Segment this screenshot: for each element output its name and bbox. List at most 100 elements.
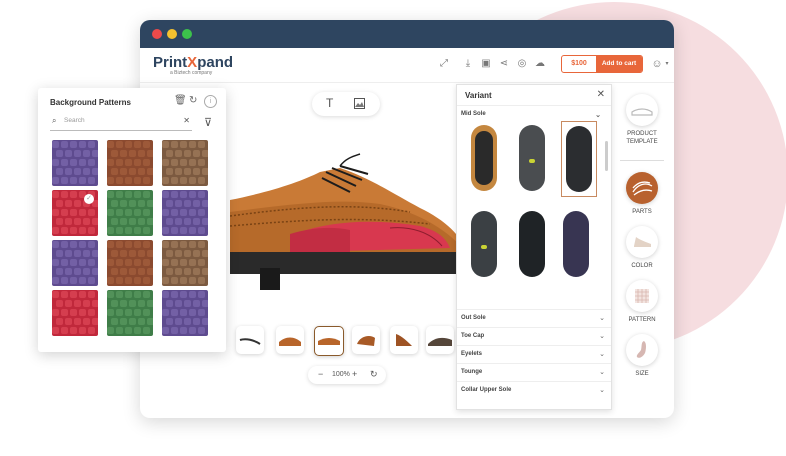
pattern-tile-tan-croc[interactable] [162, 140, 208, 186]
section-eyelets[interactable]: Eyelets ⌄ [457, 345, 611, 364]
sidebar-item-product-template[interactable]: PRODUCT TEMPLATE [618, 94, 666, 146]
reset-view-icon[interactable]: ↻ [370, 369, 378, 380]
search-input[interactable]: ⌕ Search ✕ [50, 116, 192, 131]
pattern-icon [626, 280, 658, 312]
chevron-down-icon: ⌄ [599, 333, 605, 340]
sidebar-item-label: SIZE [635, 371, 649, 377]
download-icon[interactable]: ⤓ [462, 58, 474, 70]
preview-icon[interactable]: ☁ [534, 58, 546, 70]
section-header-mid-sole[interactable]: Mid Sole ⌄ [461, 111, 605, 119]
pattern-tile-brown-croc[interactable] [107, 140, 153, 186]
pattern-tile-green-croc[interactable] [107, 190, 153, 236]
info-icon[interactable]: i [204, 95, 217, 108]
view-thumb-top[interactable] [236, 326, 264, 354]
sidebar-item-color[interactable]: COLOR [618, 226, 666, 270]
section-toe-cap[interactable]: Toe Cap ⌄ [457, 327, 611, 346]
sole-option-5[interactable] [517, 209, 547, 279]
sole-option-2[interactable] [517, 123, 547, 193]
shoe-3d-preview[interactable] [230, 152, 466, 292]
close-icon[interactable]: ✕ [597, 89, 605, 100]
sidebar-item-label: PRODUCT TEMPLATE [626, 131, 658, 145]
pattern-tile-purple-croc[interactable] [52, 240, 98, 286]
sidebar-item-size[interactable]: SIZE [618, 334, 666, 378]
text-tool-icon[interactable]: T [326, 96, 333, 110]
sole-option-4[interactable] [469, 209, 499, 279]
sidebar-item-label: PATTERN [628, 317, 656, 323]
chevron-down-icon: ⌄ [599, 351, 605, 358]
trash-icon[interactable]: 🗑 [174, 95, 187, 106]
section-label: Mid Sole [461, 111, 486, 117]
share-icon[interactable]: ⋖ [498, 58, 510, 70]
section-label: Out Sole [461, 315, 486, 321]
price-cart-group: $100 Add to cart [561, 55, 643, 73]
chevron-down-icon: ⌄ [599, 315, 605, 322]
zoom-out-button[interactable]: − [318, 369, 323, 379]
price-label: $100 [571, 60, 587, 67]
logo-subtitle: a Biztech company [170, 70, 213, 76]
section-label: Eyelets [461, 351, 483, 357]
chevron-down-icon[interactable]: ▾ [663, 58, 671, 70]
chevron-down-icon: ⌄ [599, 369, 605, 376]
sole-option-3-selected[interactable] [561, 121, 597, 197]
pattern-tile-green-croc[interactable] [107, 290, 153, 336]
color-shoe-icon [626, 226, 658, 258]
view-thumb-front[interactable] [390, 326, 418, 354]
sidebar-item-label: COLOR [631, 263, 653, 269]
text-image-toolbar: T [312, 92, 380, 116]
user-avatar-icon[interactable]: ☺ [650, 58, 664, 70]
variant-title: Variant [465, 91, 492, 100]
pattern-tile-tan-croc[interactable] [162, 240, 208, 286]
section-collar-upper-sole[interactable]: Collar Upper Sole ⌄ [457, 381, 611, 400]
section-tounge[interactable]: Tounge ⌄ [457, 363, 611, 382]
panel-title: Background Patterns [50, 98, 131, 107]
sidebar-item-pattern[interactable]: PATTERN [618, 280, 666, 324]
variant-header: Variant ✕ [457, 85, 611, 106]
zoom-controls: − 100% + ↻ [308, 366, 386, 384]
section-out-sole[interactable]: Out Sole ⌄ [457, 309, 611, 328]
zoom-in-button[interactable]: + [352, 369, 357, 379]
pattern-tile-red-croc[interactable]: ✓ [52, 190, 98, 236]
size-icon [626, 334, 658, 366]
save-icon[interactable]: ▣ [480, 58, 492, 70]
image-tool-icon[interactable] [354, 98, 365, 109]
sidebar-item-label: PARTS [632, 209, 652, 215]
sole-option-6[interactable] [561, 209, 591, 279]
background-patterns-panel: Background Patterns 🗑 ↻ i ⌕ Search ✕ ⊽ ✓ [38, 88, 226, 352]
pattern-tile-brown-croc[interactable] [107, 240, 153, 286]
sole-option-1[interactable] [469, 123, 499, 193]
scrollbar-thumb[interactable] [605, 141, 608, 171]
chevron-down-icon: ⌄ [599, 387, 605, 394]
ar-view-icon[interactable]: ◎ [516, 58, 528, 70]
maximize-window-dot[interactable] [182, 29, 192, 39]
fullscreen-icon[interactable]: ⤢ [438, 58, 450, 70]
close-icon[interactable]: ✕ [183, 116, 190, 125]
refresh-icon[interactable]: ↻ [189, 95, 197, 106]
view-thumb-heel[interactable] [352, 326, 380, 354]
view-thumb-side[interactable] [276, 326, 304, 354]
view-thumb-angle[interactable] [314, 326, 344, 356]
pattern-tile-purple-croc[interactable] [162, 290, 208, 336]
filter-icon[interactable]: ⊽ [204, 116, 212, 129]
close-window-dot[interactable] [152, 29, 162, 39]
search-placeholder: Search [64, 117, 85, 124]
search-icon: ⌕ [52, 116, 57, 125]
window-titlebar [140, 20, 674, 48]
zoom-level: 100% [332, 371, 350, 378]
variant-panel: Variant ✕ Mid Sole ⌄ Out Sole ⌄ Toe Cap … [456, 84, 612, 410]
section-label: Toe Cap [461, 333, 485, 339]
parts-icon [626, 172, 658, 204]
shoe-outline-icon [626, 94, 658, 126]
section-label: Tounge [461, 369, 483, 375]
pattern-tile-red-croc[interactable] [52, 290, 98, 336]
sidebar-divider [620, 160, 664, 161]
sidebar-item-parts[interactable]: PARTS [618, 172, 666, 216]
pattern-tile-purple-croc[interactable] [52, 140, 98, 186]
printxpand-logo: PrintXpand [153, 54, 234, 71]
pattern-tile-purple-croc[interactable] [162, 190, 208, 236]
minimize-window-dot[interactable] [167, 29, 177, 39]
chevron-down-icon: ⌄ [595, 112, 601, 119]
view-thumb-back[interactable] [426, 326, 454, 354]
top-toolbar: PrintXpand a Biztech company ⤢ ⤓ ▣ ⋖ ◎ ☁… [140, 48, 674, 83]
add-to-cart-button[interactable]: Add to cart [596, 56, 642, 72]
check-icon: ✓ [84, 194, 94, 204]
